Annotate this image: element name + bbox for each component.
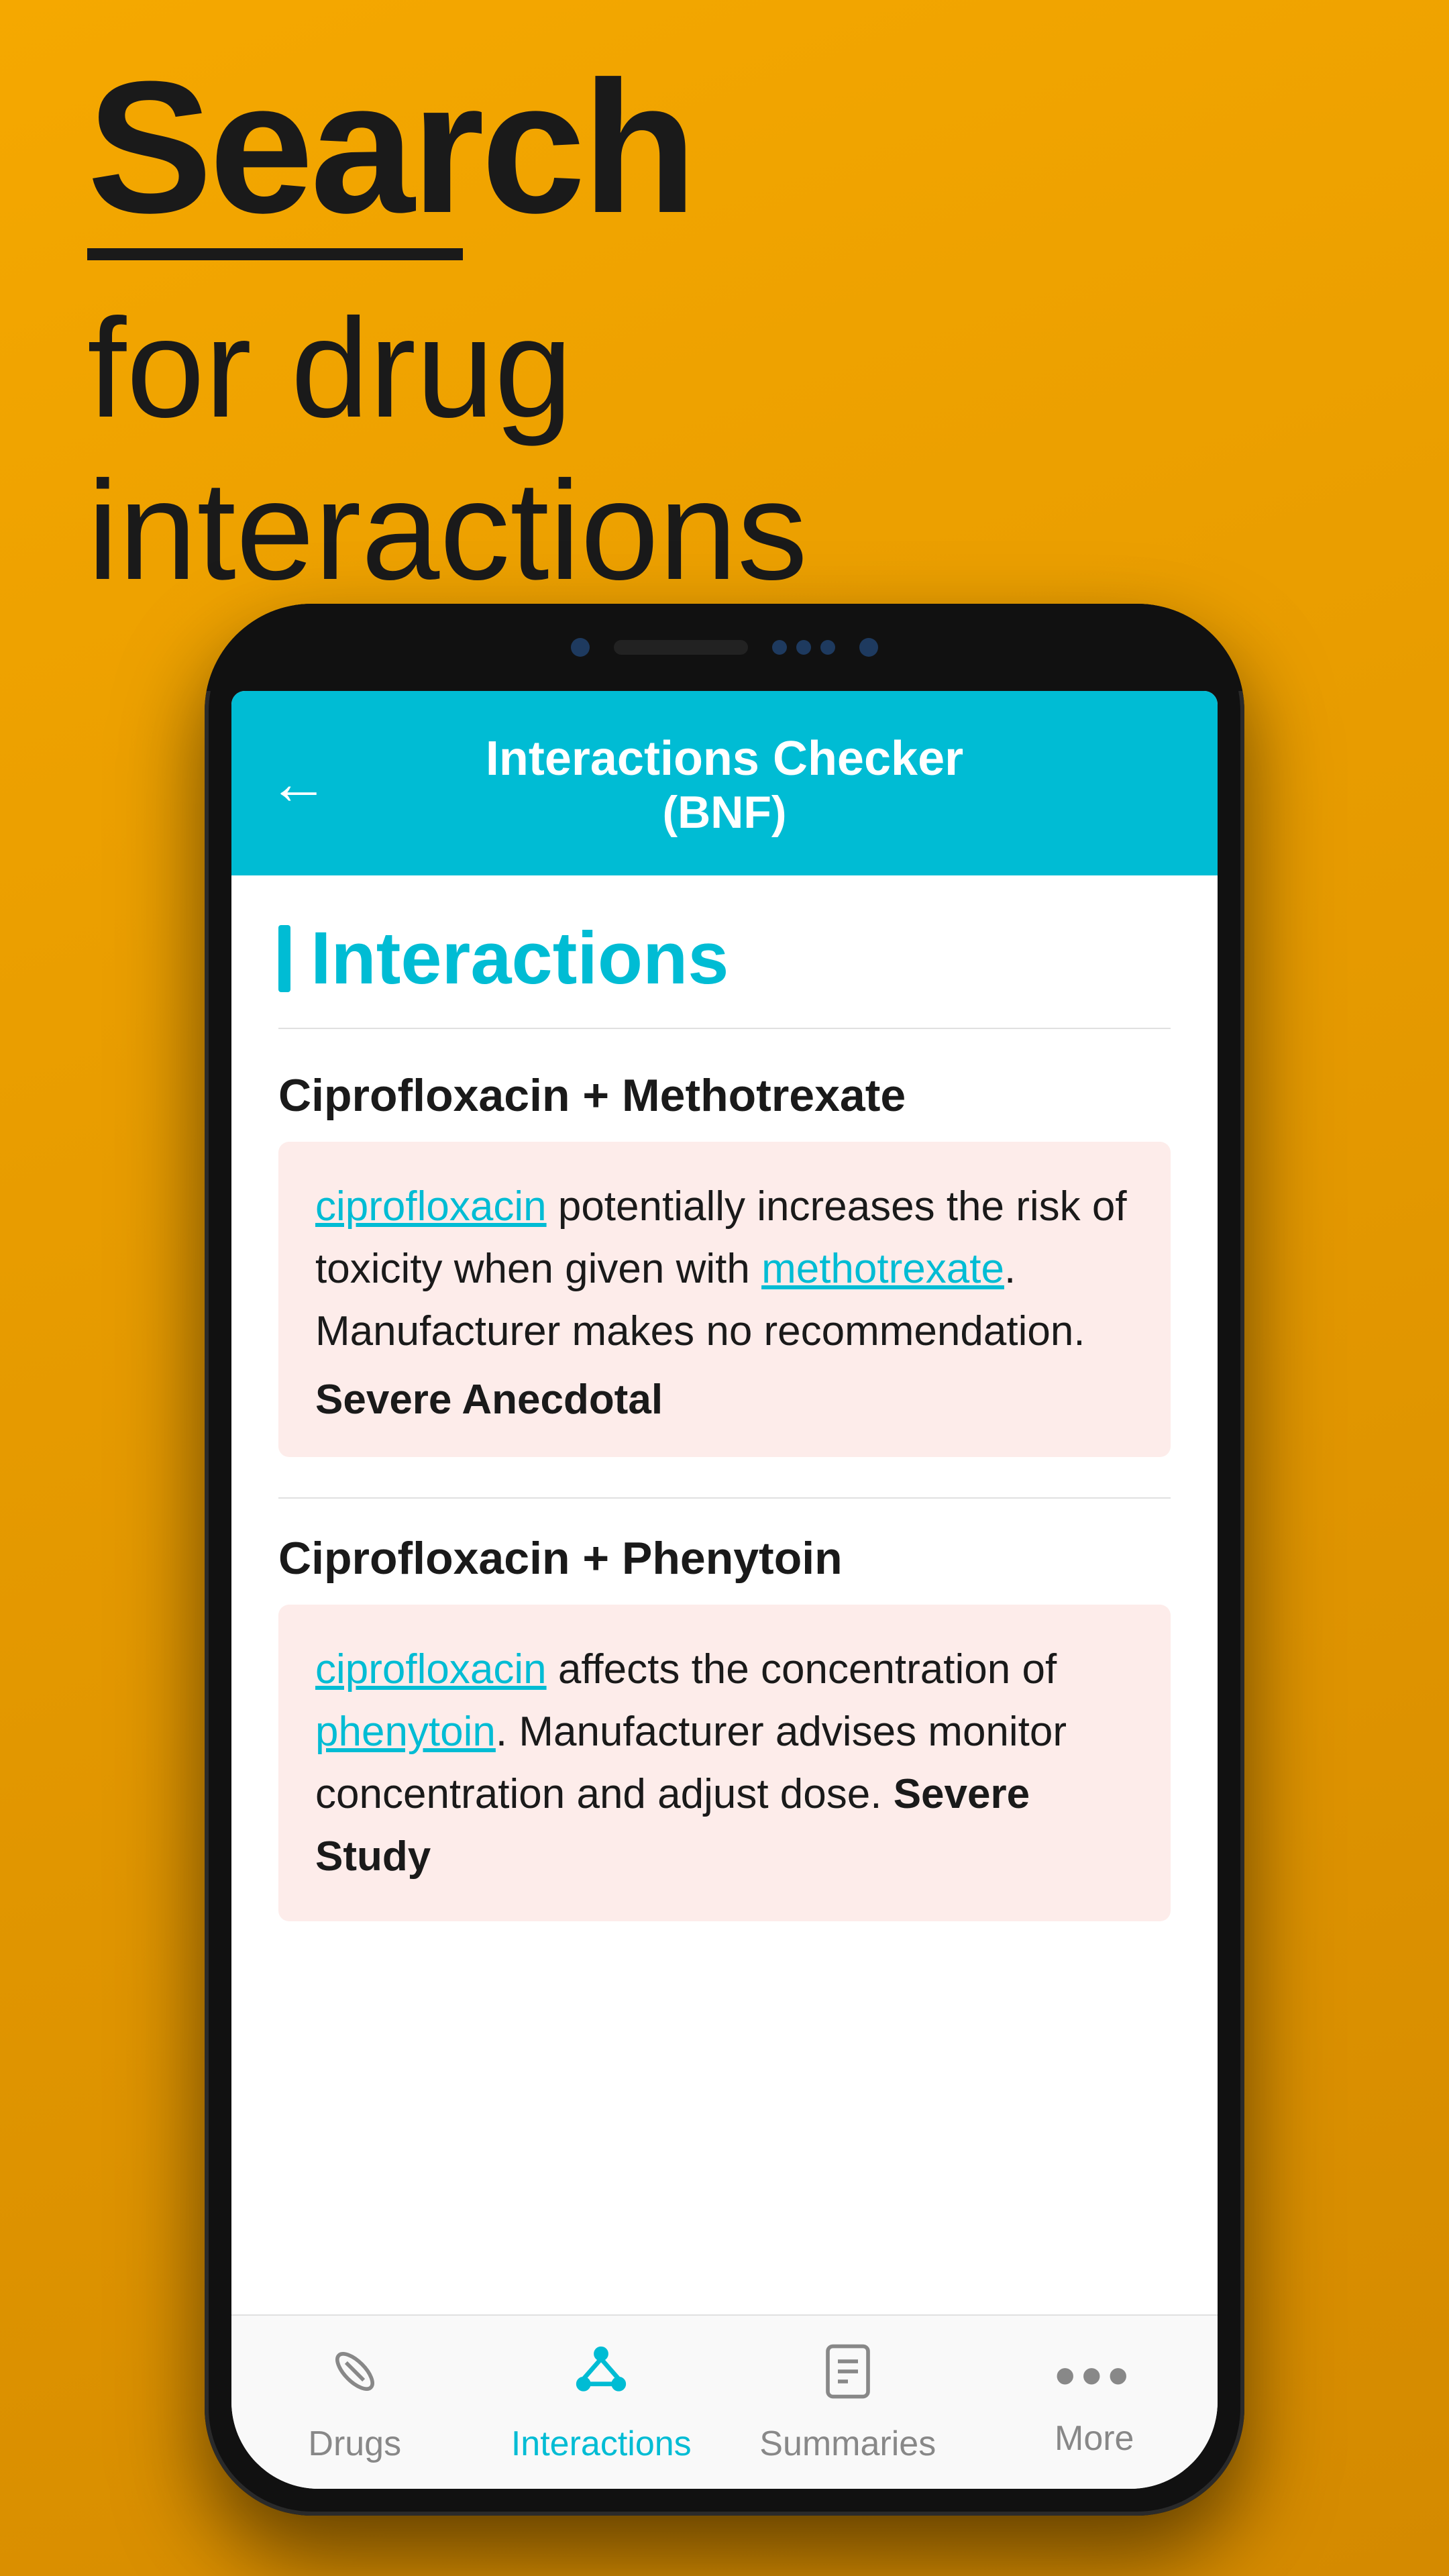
interactions-icon bbox=[571, 2341, 631, 2412]
section-divider bbox=[278, 1028, 1171, 1029]
drug-link-phenytoin[interactable]: phenytoin bbox=[315, 1709, 496, 1755]
bottom-nav: Drugs Interactions bbox=[231, 2314, 1218, 2489]
interaction-card-1: ciprofloxacin potentially increases the … bbox=[278, 1142, 1171, 1457]
section-title: Interactions bbox=[311, 916, 729, 1001]
phone-screen: ← Interactions Checker (BNF) Interaction… bbox=[231, 691, 1218, 2489]
interaction-item-2: Ciprofloxacin + Phenytoin ciprofloxacin … bbox=[278, 1532, 1171, 1921]
interaction-text-1: ciprofloxacin potentially increases the … bbox=[315, 1175, 1134, 1362]
section-accent-bar bbox=[278, 925, 290, 992]
app-header: ← Interactions Checker (BNF) bbox=[231, 691, 1218, 875]
back-button[interactable]: ← bbox=[268, 753, 329, 814]
hero-search-title: Search bbox=[87, 54, 808, 241]
drugs-icon bbox=[325, 2341, 385, 2412]
header-title: Interactions Checker (BNF) bbox=[486, 731, 963, 839]
hero-section: Search for drug interactions bbox=[87, 54, 808, 611]
notch-camera-left bbox=[571, 638, 590, 657]
section-header: Interactions bbox=[278, 916, 1171, 1001]
interaction-title-1: Ciprofloxacin + Methotrexate bbox=[278, 1069, 1171, 1122]
interaction-title-2: Ciprofloxacin + Phenytoin bbox=[278, 1532, 1171, 1585]
notch-dot-3 bbox=[820, 640, 835, 655]
nav-label-summaries: Summaries bbox=[759, 2424, 936, 2464]
nav-label-interactions: Interactions bbox=[511, 2424, 692, 2464]
item-divider-1 bbox=[278, 1497, 1171, 1499]
more-icon: ••• bbox=[1055, 2346, 1134, 2406]
drug-link-ciprofloxacin-2[interactable]: ciprofloxacin bbox=[315, 1646, 547, 1693]
summaries-icon bbox=[818, 2341, 878, 2412]
phone-shell: ← Interactions Checker (BNF) Interaction… bbox=[205, 604, 1244, 2516]
severity-label-1: Severe Anecdotal bbox=[315, 1376, 1134, 1424]
nav-tab-interactions[interactable]: Interactions bbox=[478, 2316, 725, 2489]
drug-link-ciprofloxacin-1[interactable]: ciprofloxacin bbox=[315, 1183, 547, 1230]
content-area: Interactions Ciprofloxacin + Methotrexat… bbox=[231, 875, 1218, 2314]
interaction-item-1: Ciprofloxacin + Methotrexate ciprofloxac… bbox=[278, 1069, 1171, 1457]
notch-camera-right bbox=[859, 638, 878, 657]
nav-tab-more[interactable]: ••• More bbox=[971, 2316, 1218, 2489]
notch-dot-2 bbox=[796, 640, 811, 655]
interaction-card-2: ciprofloxacin affects the concentration … bbox=[278, 1605, 1171, 1921]
notch-dot-1 bbox=[772, 640, 787, 655]
nav-tab-drugs[interactable]: Drugs bbox=[231, 2316, 478, 2489]
hero-subtitle: for drug interactions bbox=[87, 287, 808, 611]
nav-tab-summaries[interactable]: Summaries bbox=[724, 2316, 971, 2489]
interaction-text-2: ciprofloxacin affects the concentration … bbox=[315, 1638, 1134, 1888]
nav-label-more: More bbox=[1055, 2418, 1134, 2459]
nav-label-drugs: Drugs bbox=[308, 2424, 401, 2464]
notch-speaker bbox=[614, 640, 748, 655]
drug-link-methotrexate[interactable]: methotrexate bbox=[761, 1246, 1004, 1292]
notch-dots bbox=[772, 640, 835, 655]
phone-notch-bar bbox=[205, 604, 1244, 691]
